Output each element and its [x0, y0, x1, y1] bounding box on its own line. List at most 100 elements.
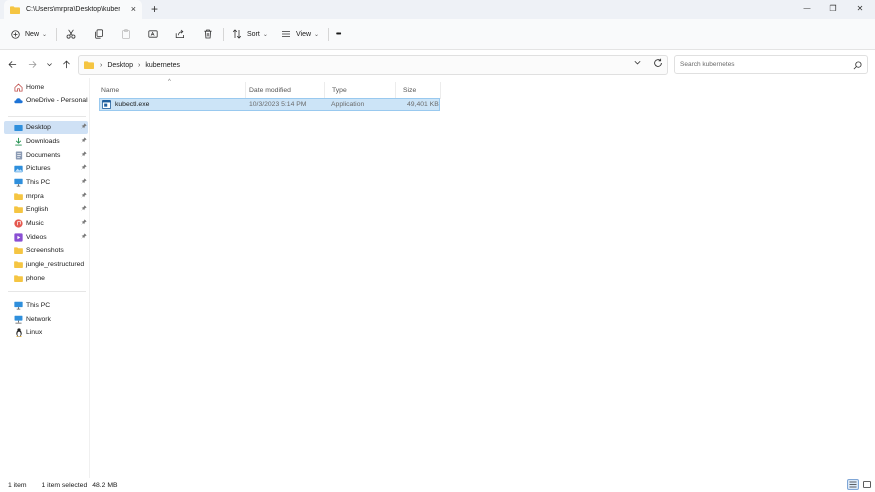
navigation-pane: Home OneDrive - Personal Desktop Downloa… — [0, 78, 90, 478]
folder-icon — [14, 260, 23, 269]
sidebar-item-videos[interactable]: Videos — [4, 231, 88, 244]
sidebar-item-onedrive[interactable]: OneDrive - Personal — [4, 94, 88, 107]
tab-title: C:\Users\mrpra\Desktop\kubernetes — [26, 6, 120, 13]
sidebar-item-downloads[interactable]: Downloads — [4, 135, 88, 148]
selected-size: 48.2 MB — [92, 481, 118, 489]
sidebar-item-desktop[interactable]: Desktop — [4, 121, 88, 134]
pin-icon[interactable] — [81, 233, 87, 241]
column-header-date-modified[interactable]: Date modified — [243, 82, 325, 99]
view-icon — [282, 31, 290, 37]
file-name-cell: kubectl.exe — [102, 99, 149, 110]
copy-icon — [95, 29, 103, 39]
copy-button[interactable] — [94, 26, 104, 42]
arrow-left-icon — [8, 60, 16, 68]
sidebar-item-music[interactable]: Music — [4, 217, 88, 230]
new-button[interactable]: New ⌄ — [11, 26, 47, 42]
maximize-button[interactable]: ❐ — [826, 2, 840, 14]
details-view-button[interactable] — [847, 479, 859, 490]
search-box[interactable]: Search kubernetes — [674, 55, 868, 74]
music-icon — [14, 219, 23, 228]
divider — [328, 28, 329, 41]
folder-icon — [10, 5, 20, 14]
file-name: kubectl.exe — [115, 101, 150, 108]
forward-button[interactable] — [26, 58, 38, 70]
breadcrumb-desktop[interactable]: Desktop — [107, 62, 133, 69]
refresh-button[interactable] — [653, 58, 663, 70]
sidebar-item-label: Pictures — [26, 165, 51, 172]
file-list: ^ Name Date modified Type Size kubectl.e… — [91, 78, 875, 478]
sidebar-divider — [8, 116, 86, 117]
minimize-button[interactable]: — — [800, 2, 814, 14]
tab-close-button[interactable]: × — [131, 4, 136, 14]
item-count: 1 item — [8, 481, 27, 489]
share-icon — [175, 29, 184, 38]
sidebar-item-screenshots[interactable]: Screenshots — [4, 244, 88, 257]
sidebar-item-home[interactable]: Home — [4, 81, 88, 94]
sidebar-item-this-pc-pinned[interactable]: This PC — [4, 176, 88, 189]
column-label: Type — [332, 87, 347, 94]
pin-icon[interactable] — [81, 151, 87, 159]
desktop-icon — [14, 123, 23, 132]
tab-kubernetes[interactable]: C:\Users\mrpra\Desktop\kubernetes × — [4, 0, 142, 19]
column-header-type[interactable]: Type — [326, 82, 396, 99]
sidebar-item-linux[interactable]: Linux — [4, 326, 88, 339]
sidebar-item-english[interactable]: English — [4, 203, 88, 216]
refresh-icon — [654, 58, 662, 67]
more-options-button[interactable]: ••• — [336, 26, 341, 42]
search-icon[interactable] — [853, 61, 862, 70]
sidebar-item-mrpra[interactable]: mrpra — [4, 190, 88, 203]
address-history-button[interactable] — [633, 58, 642, 69]
paste-icon — [122, 29, 130, 39]
pin-icon[interactable] — [81, 205, 87, 213]
delete-button[interactable] — [203, 26, 213, 42]
tiles-view-button[interactable] — [861, 479, 873, 490]
sort-button[interactable]: Sort ⌄ — [232, 26, 268, 42]
sidebar-item-jungle-restructured[interactable]: jungle_restructured — [4, 258, 88, 271]
address-bar[interactable]: › Desktop › kubernetes — [78, 55, 668, 75]
sidebar-item-label: Linux — [26, 329, 43, 336]
pin-icon[interactable] — [81, 137, 87, 145]
new-tab-button[interactable]: + — [151, 3, 158, 16]
pin-icon[interactable] — [81, 164, 87, 172]
column-header-name[interactable]: Name — [95, 82, 246, 99]
breadcrumb-kubernetes[interactable]: kubernetes — [145, 62, 180, 69]
title-bar: C:\Users\mrpra\Desktop\kubernetes × + — … — [0, 0, 875, 19]
sidebar-item-label: phone — [26, 275, 45, 282]
rename-button[interactable] — [148, 26, 158, 42]
chevron-down-icon: ⌄ — [314, 31, 320, 38]
search-input[interactable]: Search kubernetes — [680, 61, 735, 68]
sort-icon — [232, 29, 242, 39]
share-button[interactable] — [175, 26, 185, 42]
close-window-button[interactable]: ✕ — [853, 2, 867, 14]
paste-button[interactable] — [121, 26, 131, 42]
column-header-size[interactable]: Size — [397, 82, 441, 99]
delete-icon — [204, 29, 212, 39]
selected-count: 1 item selected — [41, 481, 88, 489]
sidebar-item-pictures[interactable]: Pictures — [4, 162, 88, 175]
sidebar-item-phone[interactable]: phone — [4, 272, 88, 285]
recent-locations-button[interactable] — [43, 58, 55, 70]
table-row[interactable]: kubectl.exe 10/3/2023 5:14 PM Applicatio… — [99, 98, 440, 111]
sidebar-item-label: Network — [26, 316, 51, 323]
pin-icon[interactable] — [81, 178, 87, 186]
pin-icon[interactable] — [81, 192, 87, 200]
pc-icon — [14, 178, 23, 187]
sidebar-item-label: Home — [26, 84, 45, 91]
sidebar-item-documents[interactable]: Documents — [4, 149, 88, 162]
pin-icon[interactable] — [81, 219, 87, 227]
back-button[interactable] — [6, 58, 18, 70]
folder-icon — [14, 192, 23, 201]
view-button[interactable]: View ⌄ — [281, 26, 319, 42]
sidebar-item-network[interactable]: Network — [4, 313, 88, 326]
sidebar-item-label: Downloads — [26, 138, 60, 145]
column-label: Name — [101, 87, 120, 94]
sidebar-item-this-pc[interactable]: This PC — [4, 299, 88, 312]
pin-icon[interactable] — [81, 123, 87, 131]
folder-icon — [14, 205, 23, 214]
sidebar-item-label: jungle_restructured — [26, 261, 85, 268]
cut-button[interactable] — [66, 26, 76, 42]
sidebar-item-label: OneDrive - Personal — [26, 97, 88, 104]
up-button[interactable] — [60, 58, 72, 70]
chevron-down-icon — [46, 62, 52, 66]
sidebar-item-label: English — [26, 206, 49, 213]
